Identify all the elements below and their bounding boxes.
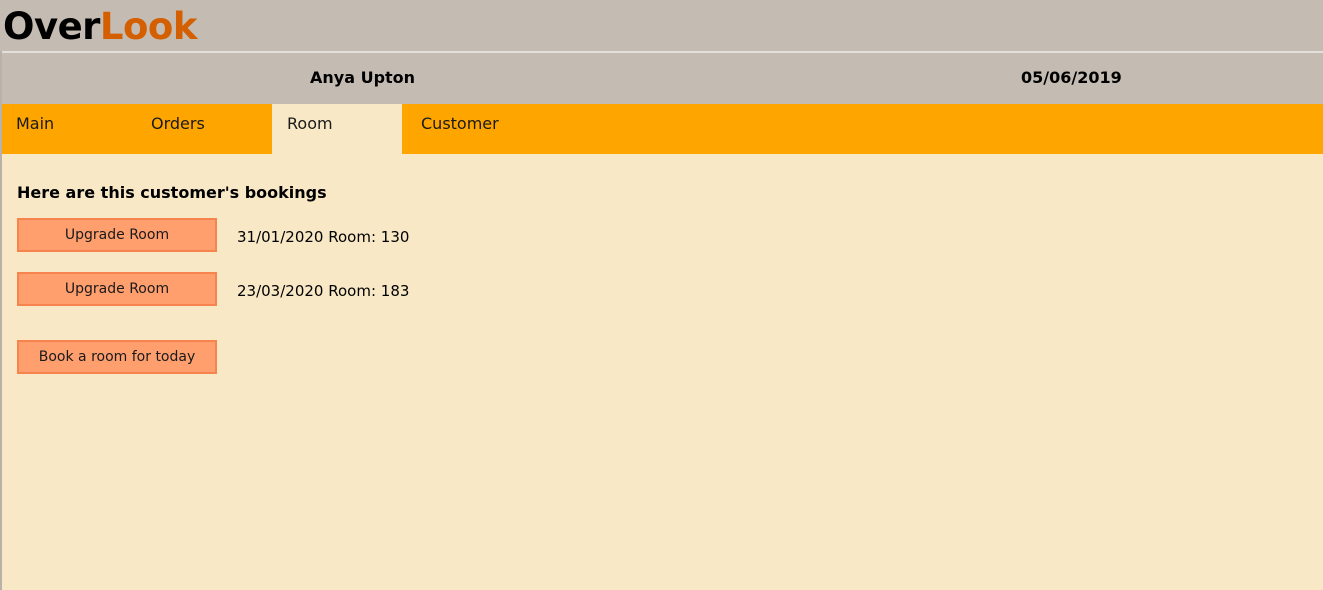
booking-date: 31/01/2020 bbox=[237, 228, 324, 246]
current-date: 05/06/2019 bbox=[1021, 68, 1122, 87]
app-logo: OverLook bbox=[3, 5, 197, 49]
tab-main[interactable]: Main bbox=[2, 104, 132, 154]
tab-room[interactable]: Room bbox=[272, 104, 402, 154]
window-left-edge bbox=[0, 51, 2, 590]
logo-over-text: Over bbox=[3, 5, 100, 48]
booking-info: 31/01/2020 Room: 130 bbox=[237, 228, 409, 246]
booking-room: Room: 130 bbox=[328, 228, 410, 246]
upgrade-room-button[interactable]: Upgrade Room bbox=[17, 218, 217, 252]
booking-room: Room: 183 bbox=[328, 282, 410, 300]
upgrade-room-button[interactable]: Upgrade Room bbox=[17, 272, 217, 306]
brand-bar: OverLook bbox=[0, 0, 1323, 51]
tab-customer[interactable]: Customer bbox=[402, 104, 542, 154]
tab-bar: Main Orders Room Customer bbox=[2, 104, 1323, 154]
bookings-heading: Here are this customer's bookings bbox=[17, 183, 327, 202]
tab-orders[interactable]: Orders bbox=[132, 104, 272, 154]
booking-date: 23/03/2020 bbox=[237, 282, 324, 300]
info-bar: Anya Upton 05/06/2019 bbox=[2, 53, 1323, 104]
customer-name: Anya Upton bbox=[310, 68, 416, 87]
booking-info: 23/03/2020 Room: 183 bbox=[237, 282, 409, 300]
app-window: OverLook Anya Upton 05/06/2019 Main Orde… bbox=[0, 0, 1323, 590]
book-room-today-button[interactable]: Book a room for today bbox=[17, 340, 217, 374]
logo-look-text: Look bbox=[99, 5, 198, 48]
room-panel: Here are this customer's bookings Upgrad… bbox=[2, 154, 1323, 590]
